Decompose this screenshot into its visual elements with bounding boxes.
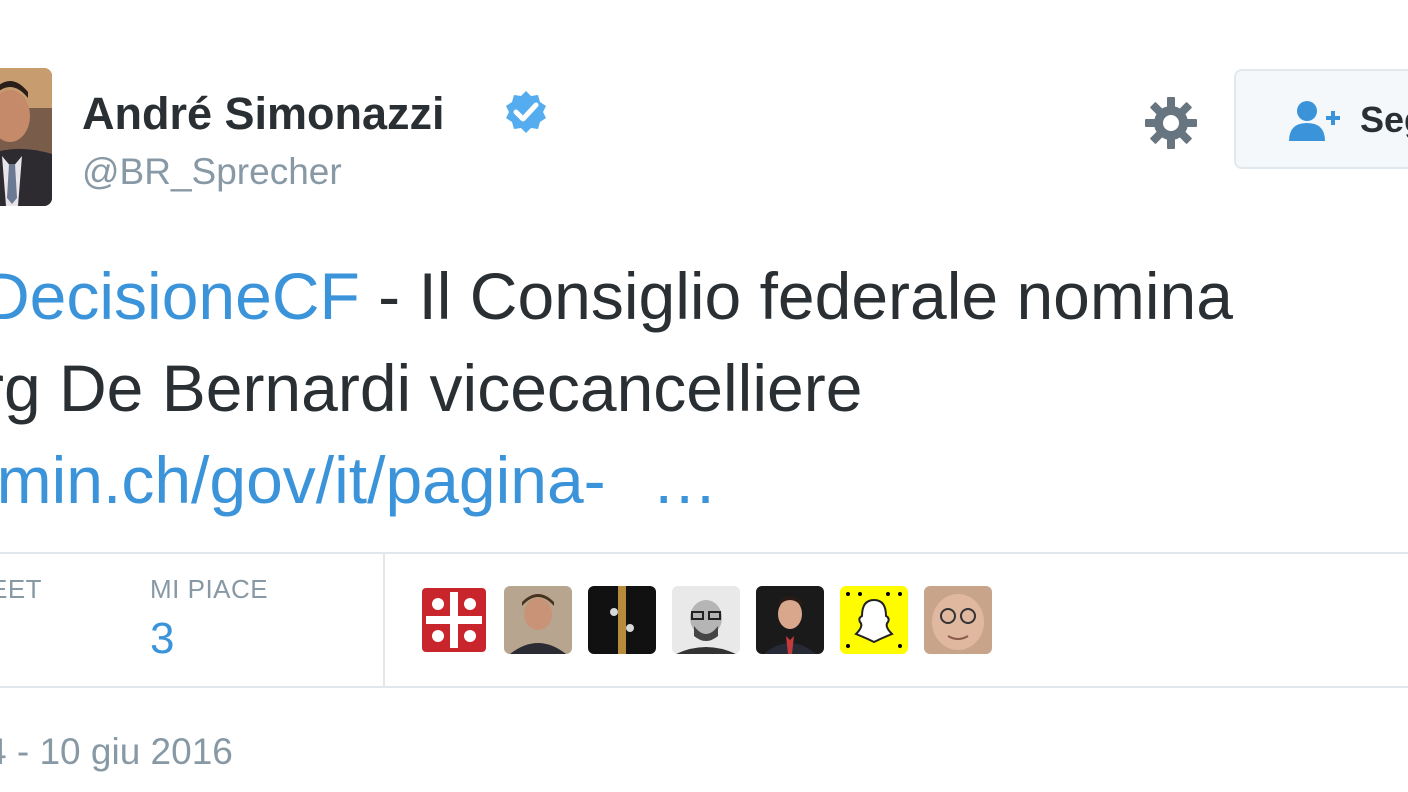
liker-avatar[interactable] [420,586,488,654]
liker-avatar[interactable] [672,586,740,654]
tweet-timestamp[interactable]: 4 - 10 giu 2016 [0,730,233,774]
url-ellipsis[interactable]: … [652,443,718,517]
liker-avatar[interactable] [924,586,992,654]
liker-avatar[interactable] [588,586,656,654]
follow-button[interactable]: Seg [1234,69,1408,169]
display-name[interactable]: André Simonazzi [82,86,445,142]
stats-divider-top [0,552,1408,554]
tweet-line-1: DecisioneCF - Il Consiglio federale nomi… [0,250,1408,342]
hashtag-link[interactable]: DecisioneCF [0,259,360,333]
tweet-line-2: rg De Bernardi vicecancelliere [0,351,863,425]
tweet-line-3: lmin.ch/gov/it/pagina- … [0,434,1408,526]
liker-avatar[interactable] [756,586,824,654]
stats-divider-vertical [383,554,385,686]
verified-badge-icon [502,88,550,136]
user-handle[interactable]: @BR_Sprecher [82,148,342,196]
follow-label: Seg [1360,99,1408,140]
stats-divider-bottom [0,686,1408,688]
avatar[interactable] [0,68,52,206]
user-follow-icon [1288,99,1342,143]
retweet-stat-label[interactable]: EET [0,574,42,604]
likes-stat-label[interactable]: MI PIACE [150,574,268,604]
tweet-page: André Simonazzi @BR_Sprecher Se Decision… [0,0,1408,792]
tweet-text: DecisioneCF - Il Consiglio federale nomi… [0,250,1408,526]
gear-icon[interactable] [1142,94,1200,152]
url-link[interactable]: lmin.ch/gov/it/pagina- [0,443,606,517]
liker-avatar[interactable] [840,586,908,654]
liker-avatar[interactable] [504,586,572,654]
tweet-text-segment: - Il Consiglio federale nomina [359,259,1233,333]
likes-stat-value[interactable]: 3 [150,614,174,664]
